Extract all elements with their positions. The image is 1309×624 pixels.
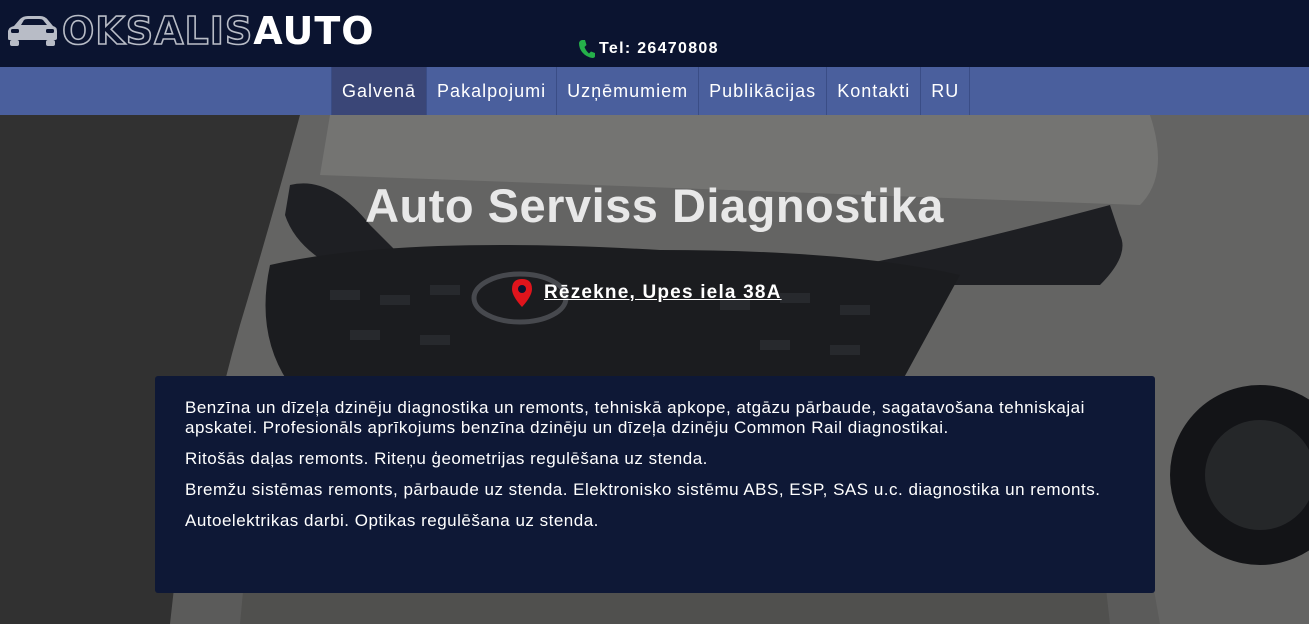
info-paragraph: Autoelektrikas darbi. Optikas regulēšana… xyxy=(185,511,599,530)
logo-text: OKSALISAUTO xyxy=(61,8,375,54)
info-paragraph: Bremžu sistēmas remonts, pārbaude uz ste… xyxy=(185,480,1101,499)
site-header: OKSALISAUTO Tel: 26470808 xyxy=(0,0,1309,67)
nav-item-kontakti[interactable]: Kontakti xyxy=(827,67,922,115)
info-paragraph: Ritošās daļas remonts. Riteņu ģeometrija… xyxy=(185,449,708,468)
logo-text-part1: OKSALIS xyxy=(61,8,254,54)
nav-list: Galvenā Pakalpojumi Uzņēmumiem Publikāci… xyxy=(331,67,971,115)
address-text: Rēzekne, Upes iela 38A xyxy=(544,282,782,303)
nav-item-publikacijas[interactable]: Publikācijas xyxy=(699,67,828,115)
logo-text-part2: AUTO xyxy=(253,9,375,53)
phone-link[interactable]: Tel: 26470808 xyxy=(578,39,719,59)
info-paragraph: Benzīna un dīzeļa dzinēju diagnostika un… xyxy=(185,398,1085,437)
nav-item-galvena[interactable]: Galvenā xyxy=(332,67,428,115)
nav-item-uznemumiem[interactable]: Uzņēmumiem xyxy=(557,67,700,115)
map-pin-icon xyxy=(512,279,532,307)
services-info-box: Benzīna un dīzeļa dzinēju diagnostika un… xyxy=(155,376,1155,593)
car-icon xyxy=(8,16,57,46)
nav-item-ru[interactable]: RU xyxy=(921,67,971,115)
phone-icon xyxy=(579,40,595,58)
phone-number: Tel: 26470808 xyxy=(599,40,719,57)
page-title: Auto Serviss Diagnostika xyxy=(365,179,944,232)
site-logo[interactable]: OKSALISAUTO xyxy=(4,8,375,54)
nav-item-pakalpojumi[interactable]: Pakalpojumi xyxy=(427,67,558,115)
main-nav: Galvenā Pakalpojumi Uzņēmumiem Publikāci… xyxy=(0,67,1309,115)
address-link[interactable]: Rēzekne, Upes iela 38A xyxy=(510,278,782,308)
